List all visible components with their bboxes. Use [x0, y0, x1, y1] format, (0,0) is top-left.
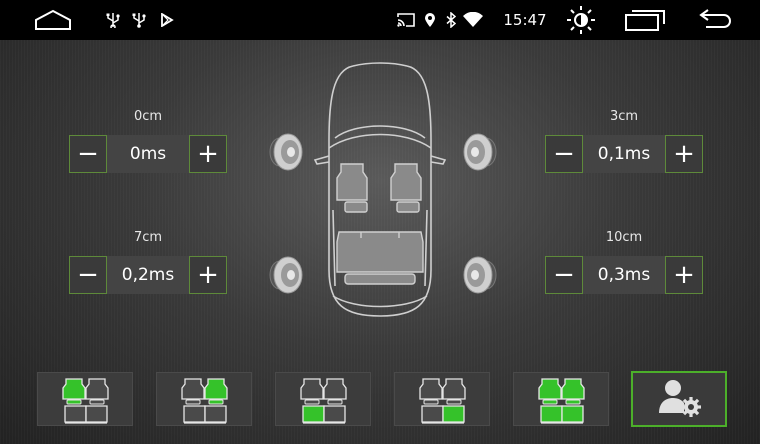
distance-label: 0cm: [133, 109, 163, 124]
recent-apps-icon[interactable]: [622, 0, 668, 40]
delay-value: 0,3ms: [583, 256, 665, 294]
decrease-button[interactable]: −: [69, 256, 107, 294]
delay-stepper: − 0,3ms +: [545, 256, 703, 294]
clock-time: 15:47: [503, 11, 547, 29]
wifi-icon: [462, 0, 484, 40]
seat-layout-icon: [538, 378, 585, 424]
delay-group-front-right: 3cm − 0,1ms +: [545, 109, 703, 173]
user-settings-icon: [659, 380, 701, 417]
car-top-view: [313, 62, 447, 317]
decrease-button[interactable]: −: [545, 256, 583, 294]
delay-stepper: − 0,1ms +: [545, 135, 703, 173]
delay-group-rear-left: 7cm − 0,2ms +: [69, 230, 227, 294]
speaker-front-right-icon: [463, 133, 497, 171]
settings-preset-button[interactable]: [631, 371, 727, 427]
increase-button[interactable]: +: [665, 256, 703, 294]
front-right-seat-preset[interactable]: [156, 372, 252, 426]
seat-layout-icon: [62, 378, 109, 424]
all-seats-preset[interactable]: [513, 372, 609, 426]
distance-label: 7cm: [133, 230, 163, 245]
usb-icon: [104, 0, 122, 40]
decrease-button[interactable]: −: [545, 135, 583, 173]
rear-left-seat-preset[interactable]: [275, 372, 371, 426]
delay-group-rear-right: 10cm − 0,3ms +: [545, 230, 703, 294]
cast-icon: [396, 0, 416, 40]
speaker-rear-right-icon: [463, 256, 497, 294]
seat-layout-icon: [181, 378, 228, 424]
delay-value: 0,1ms: [583, 135, 665, 173]
front-left-seat-preset[interactable]: [37, 372, 133, 426]
increase-button[interactable]: +: [665, 135, 703, 173]
delay-group-front-left: 0cm − 0ms +: [69, 109, 227, 173]
distance-label: 3cm: [609, 109, 639, 124]
increase-button[interactable]: +: [189, 135, 227, 173]
seat-layout-icon: [300, 378, 347, 424]
brightness-icon[interactable]: [564, 0, 598, 40]
delay-value: 0ms: [107, 135, 189, 173]
location-icon: [422, 0, 438, 40]
decrease-button[interactable]: −: [69, 135, 107, 173]
delay-stepper: − 0,2ms +: [69, 256, 227, 294]
back-icon[interactable]: [692, 0, 736, 40]
increase-button[interactable]: +: [189, 256, 227, 294]
bluetooth-icon: [444, 0, 458, 40]
usb-icon: [130, 0, 148, 40]
speaker-front-left-icon: [269, 133, 303, 171]
distance-label: 10cm: [605, 230, 643, 245]
play-store-icon: [158, 0, 176, 40]
delay-stepper: − 0ms +: [69, 135, 227, 173]
rear-right-seat-preset[interactable]: [394, 372, 490, 426]
seat-layout-icon: [419, 378, 466, 424]
delay-value: 0,2ms: [107, 256, 189, 294]
home-icon[interactable]: [30, 0, 76, 40]
status-bar: 15:47: [0, 0, 760, 40]
speaker-rear-left-icon: [269, 256, 303, 294]
